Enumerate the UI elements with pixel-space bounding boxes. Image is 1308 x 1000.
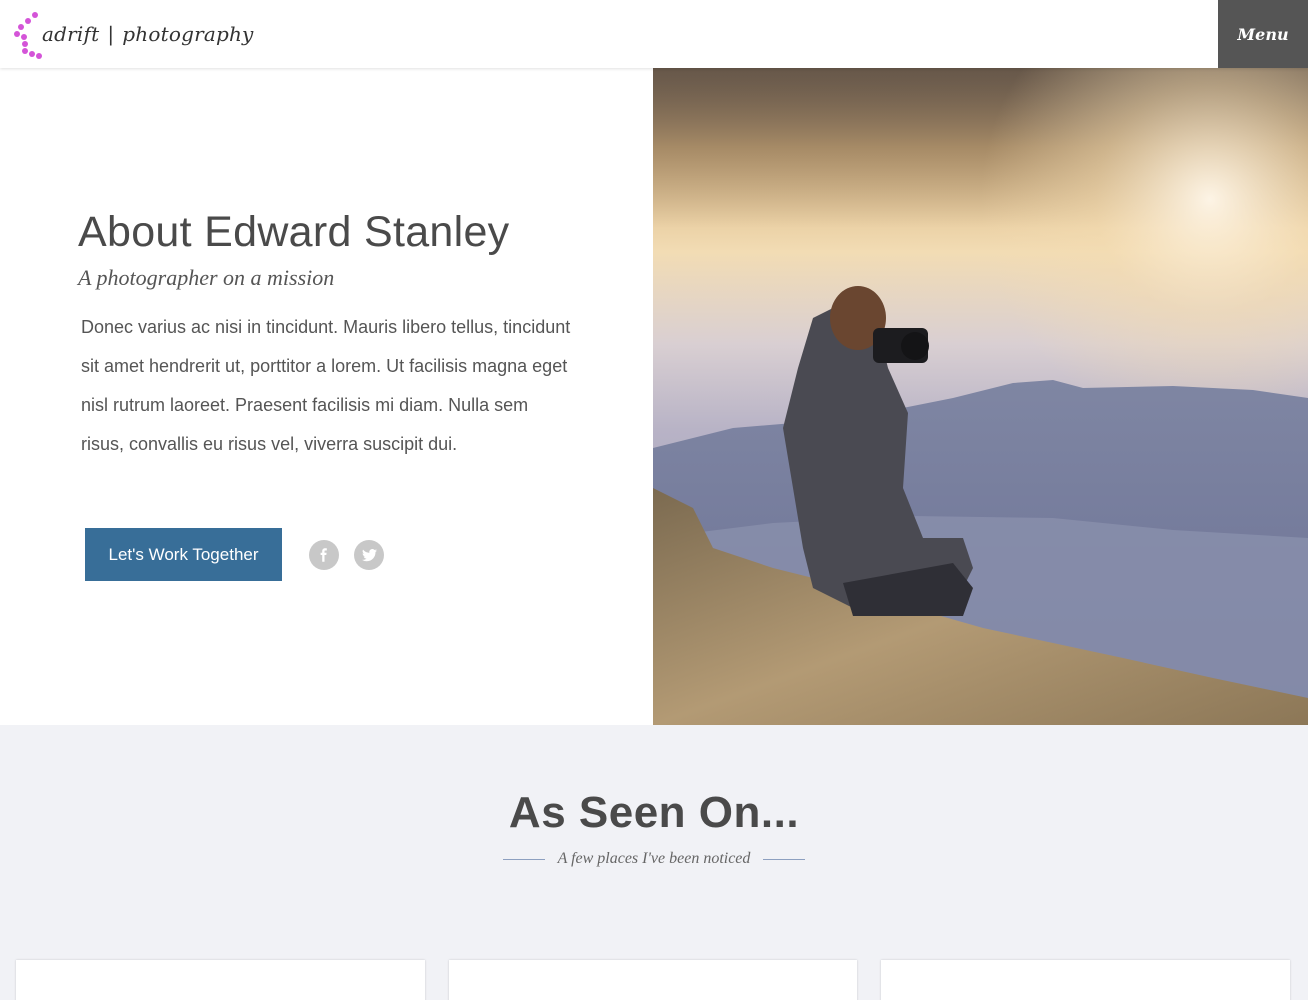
logo-dots-icon bbox=[12, 10, 42, 59]
menu-button[interactable]: Menu bbox=[1218, 0, 1308, 68]
about-section: About Edward Stanley A photographer on a… bbox=[0, 68, 1308, 725]
section-subtitle: A few places I've been noticed bbox=[557, 850, 751, 867]
feature-card[interactable] bbox=[449, 960, 857, 1000]
brand-tagline: photography bbox=[122, 22, 254, 46]
work-together-button[interactable]: Let's Work Together bbox=[85, 528, 282, 581]
brand-separator: | bbox=[107, 22, 115, 46]
site-header: adrift | photography Menu bbox=[0, 0, 1308, 68]
about-title: About Edward Stanley bbox=[78, 208, 510, 256]
photographer-on-cliff-image bbox=[653, 68, 1308, 725]
feature-card[interactable] bbox=[16, 960, 425, 1000]
about-body: Donec varius ac nisi in tincidunt. Mauri… bbox=[81, 317, 571, 454]
brand-logo[interactable]: adrift | photography bbox=[12, 10, 254, 59]
divider-line bbox=[502, 858, 545, 860]
twitter-icon[interactable] bbox=[354, 540, 384, 570]
divider-line bbox=[763, 858, 806, 860]
brand-text: adrift | photography bbox=[42, 22, 254, 46]
brand-name: adrift bbox=[42, 22, 100, 46]
facebook-icon[interactable] bbox=[309, 540, 339, 570]
feature-card[interactable] bbox=[881, 960, 1290, 1000]
section-subtitle-row: A few places I've been noticed bbox=[0, 847, 1308, 871]
section-title: As Seen On... bbox=[508, 788, 800, 837]
as-seen-on-section: As Seen On... A few places I've been not… bbox=[0, 725, 1308, 1000]
about-subtitle: A photographer on a mission bbox=[78, 265, 335, 290]
about-content: About Edward Stanley A photographer on a… bbox=[0, 68, 653, 725]
